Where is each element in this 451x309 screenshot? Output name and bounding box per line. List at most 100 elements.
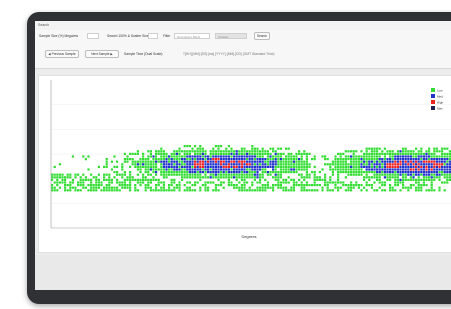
heatmap-cell bbox=[212, 158, 215, 161]
heatmap-cell bbox=[170, 181, 173, 184]
heatmap-cell bbox=[376, 176, 379, 179]
filter-dropdown[interactable]: Choose bbox=[215, 33, 247, 39]
heatmap-cell bbox=[441, 168, 444, 171]
heatmap-cell bbox=[415, 152, 418, 155]
heatmap-cell bbox=[399, 178, 402, 181]
heatmap-cell bbox=[261, 184, 264, 187]
heatmap-cell bbox=[227, 163, 230, 166]
heatmap-cell bbox=[235, 176, 238, 179]
heatmap-cell bbox=[272, 155, 275, 158]
heatmap-cell bbox=[295, 181, 298, 184]
heatmap-cell bbox=[139, 163, 142, 166]
heatmap-cell bbox=[308, 184, 311, 187]
heatmap-cell bbox=[295, 163, 298, 166]
heatmap-cell bbox=[438, 171, 441, 174]
heatmap-cell bbox=[279, 176, 282, 179]
heatmap-cell bbox=[191, 147, 194, 150]
heatmap-cell bbox=[295, 171, 298, 174]
heatmap-cell bbox=[66, 184, 69, 187]
heatmap-cell bbox=[246, 163, 249, 166]
heatmap-cell bbox=[188, 152, 191, 155]
heatmap-cell bbox=[56, 181, 59, 184]
heatmap-cell bbox=[396, 181, 399, 184]
heatmap-cell bbox=[378, 181, 381, 184]
heatmap-cell bbox=[134, 184, 137, 187]
heatmap-cell bbox=[329, 181, 332, 184]
heatmap-cell bbox=[305, 152, 308, 155]
heatmap-cell bbox=[230, 173, 233, 176]
heatmap-cell bbox=[422, 171, 425, 174]
heatmap-cell bbox=[305, 181, 308, 184]
heatmap-cell bbox=[194, 171, 197, 174]
heatmap-cell bbox=[417, 152, 420, 155]
heatmap-cell bbox=[230, 163, 233, 166]
next-sample-button[interactable]: Next Sample ▶ bbox=[85, 50, 119, 58]
heatmap-cell bbox=[129, 178, 132, 181]
search-size-field[interactable] bbox=[148, 33, 158, 39]
heatmap-cell bbox=[95, 176, 98, 179]
heatmap-cell bbox=[136, 178, 139, 181]
heatmap-cell bbox=[383, 181, 386, 184]
heatmap-cell bbox=[428, 163, 431, 166]
heatmap-cell bbox=[344, 168, 347, 171]
sample-size-field[interactable] bbox=[87, 33, 99, 39]
heatmap-cell bbox=[97, 184, 100, 187]
heatmap-cell bbox=[191, 163, 194, 166]
heatmap-cell bbox=[131, 158, 134, 161]
heatmap-cell bbox=[391, 152, 394, 155]
heatmap-cell bbox=[415, 173, 418, 176]
heatmap-cell bbox=[207, 186, 210, 189]
heatmap-cell bbox=[334, 155, 337, 158]
heatmap-cell bbox=[438, 165, 441, 168]
heatmap-cell bbox=[381, 165, 384, 168]
previous-sample-button[interactable]: ◀ Previous Sample bbox=[45, 50, 79, 58]
heatmap-cell bbox=[259, 173, 262, 176]
heatmap-cell bbox=[142, 163, 145, 166]
heatmap-cell bbox=[175, 163, 178, 166]
heatmap-cell bbox=[428, 150, 431, 153]
heatmap-cell bbox=[139, 171, 142, 174]
heatmap-cell bbox=[253, 165, 256, 168]
heatmap-cell bbox=[441, 160, 444, 163]
heatmap-cell bbox=[438, 155, 441, 158]
heatmap-cell bbox=[282, 186, 285, 189]
filter-input[interactable]: Description Block bbox=[174, 33, 210, 39]
heatmap-cell bbox=[220, 158, 223, 161]
heatmap-cell bbox=[266, 152, 269, 155]
heatmap-cell bbox=[259, 181, 262, 184]
heatmap-cell bbox=[165, 160, 168, 163]
heatmap-cell bbox=[412, 152, 415, 155]
heatmap-cell bbox=[170, 168, 173, 171]
heatmap-cell bbox=[126, 155, 129, 158]
heatmap-cell bbox=[383, 163, 386, 166]
heatmap-cell bbox=[162, 163, 165, 166]
heatmap-cell bbox=[256, 171, 259, 174]
heatmap-cell bbox=[240, 176, 243, 179]
heatmap-cell bbox=[298, 168, 301, 171]
heatmap-cell bbox=[300, 173, 303, 176]
heatmap-cell bbox=[129, 184, 132, 187]
heatmap-cell bbox=[227, 178, 230, 181]
heatmap-cell bbox=[256, 168, 259, 171]
heatmap-cell bbox=[368, 158, 371, 161]
heatmap-cell bbox=[383, 171, 386, 174]
heatmap-cell bbox=[412, 160, 415, 163]
heatmap-cell bbox=[139, 181, 142, 184]
filter-search-button[interactable]: Search bbox=[254, 32, 270, 40]
heatmap-cell bbox=[443, 168, 446, 171]
heatmap-cell bbox=[269, 165, 272, 168]
heatmap-cell bbox=[396, 176, 399, 179]
heatmap-cell bbox=[337, 178, 340, 181]
heatmap-cell bbox=[212, 189, 215, 192]
heatmap-cell bbox=[220, 145, 223, 148]
heatmap-cell bbox=[256, 176, 259, 179]
heatmap-cell bbox=[373, 163, 376, 166]
heatmap-cell bbox=[160, 163, 163, 166]
heatmap-cell bbox=[183, 152, 186, 155]
heatmap-cell bbox=[121, 181, 124, 184]
heatmap-cells bbox=[51, 145, 451, 192]
heatmap-cell bbox=[391, 171, 394, 174]
heatmap-cell bbox=[443, 160, 446, 163]
heatmap-cell bbox=[69, 176, 72, 179]
heatmap-cell bbox=[446, 158, 449, 161]
